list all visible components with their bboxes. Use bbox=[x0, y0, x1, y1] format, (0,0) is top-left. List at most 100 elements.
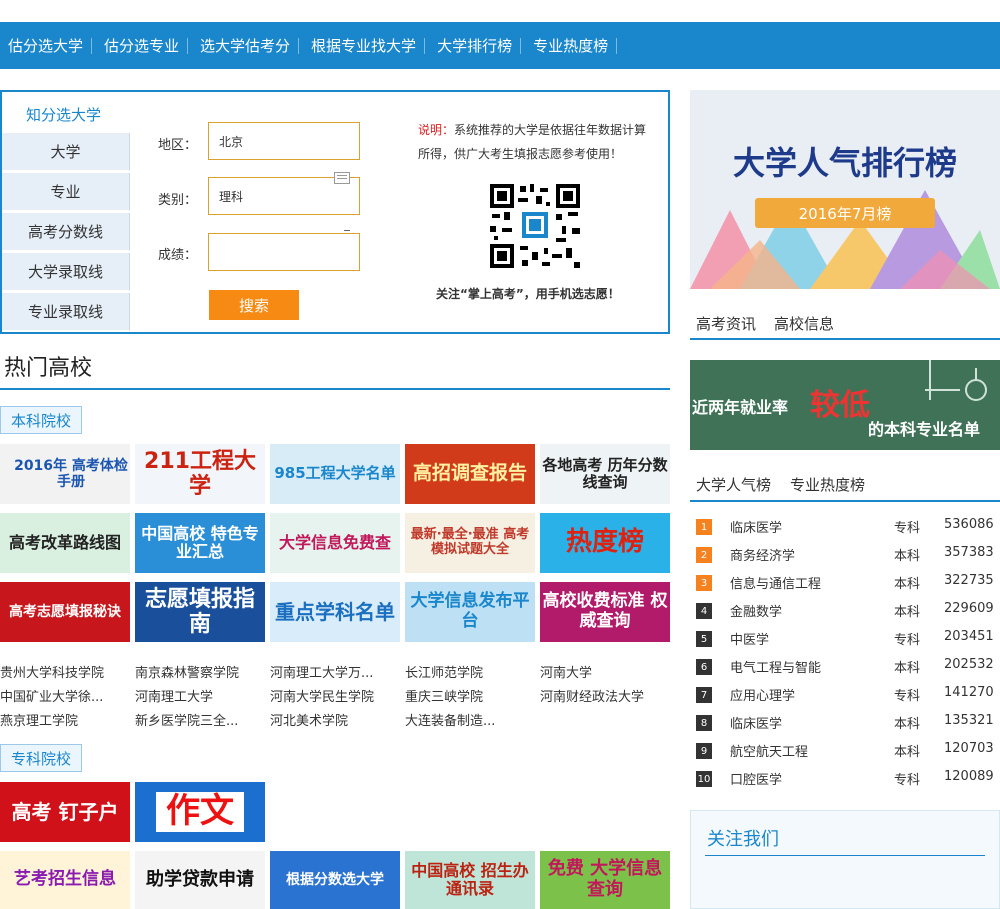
triangle-pattern-icon bbox=[690, 90, 1000, 289]
popularity-ranking-banner[interactable]: 大学人气排行榜 2016年7月榜 bbox=[690, 90, 1000, 289]
tab-major-popularity[interactable]: 专业热度榜 bbox=[790, 474, 865, 495]
banner-text: 2016年 高考体检手册 bbox=[14, 457, 128, 490]
banner-application-tips[interactable]: 高考志愿填报秘诀 bbox=[0, 582, 130, 642]
undergrad-tag[interactable]: 本科院校 bbox=[0, 406, 83, 434]
ranking-major-name[interactable]: 航空航天工程 bbox=[730, 741, 808, 760]
banner-score-to-university[interactable]: 根据分数选大学 bbox=[270, 851, 400, 909]
tab-university-info[interactable]: 高校信息 bbox=[774, 313, 834, 334]
banner-reform-map[interactable]: 高考改革路线图 bbox=[0, 513, 130, 573]
score-input[interactable] bbox=[208, 233, 360, 271]
school-link[interactable]: 河南大学 bbox=[540, 662, 592, 681]
nav-item-score-to-university[interactable]: 估分选大学 bbox=[4, 35, 100, 56]
rank-number-badge: 7 bbox=[696, 687, 712, 703]
ranking-major-name[interactable]: 信息与通信工程 bbox=[730, 573, 821, 592]
tab-major[interactable]: 专业 bbox=[2, 173, 130, 211]
ranking-row[interactable]: 3 信息与通信工程 本科 322735 bbox=[696, 572, 996, 596]
banner-art-admission[interactable]: 艺考招生信息 bbox=[0, 851, 130, 909]
tab-major-admission-line[interactable]: 专业录取线 bbox=[2, 293, 130, 331]
banner-application-guide[interactable]: 志愿填报指南 bbox=[135, 582, 265, 642]
school-link[interactable]: 河南理工大学 bbox=[135, 686, 213, 705]
banner-key-disciplines[interactable]: 重点学科名单 bbox=[270, 582, 400, 642]
ranking-row[interactable]: 7 应用心理学 专科 141270 bbox=[696, 684, 996, 708]
nav-separator bbox=[424, 37, 426, 54]
banner-text: 作文 bbox=[156, 792, 244, 832]
ranking-major-name[interactable]: 临床医学 bbox=[730, 517, 782, 536]
banner-essay[interactable]: 作文 bbox=[135, 782, 265, 842]
school-link[interactable]: 燕京理工学院 bbox=[0, 710, 78, 729]
school-link[interactable]: 贵州大学科技学院 bbox=[0, 662, 104, 681]
banner-info-platform[interactable]: 大学信息发布平台 bbox=[405, 582, 535, 642]
tab-score-line[interactable]: 高考分数线 bbox=[2, 213, 130, 251]
school-link[interactable]: 南京森林警察学院 bbox=[135, 662, 239, 681]
nav-separator bbox=[298, 37, 300, 54]
banner-repeat-students[interactable]: 高考 钉子户 bbox=[0, 782, 130, 842]
ranking-row[interactable]: 2 商务经济学 本科 357383 bbox=[696, 544, 996, 568]
ranking-major-name[interactable]: 临床医学 bbox=[730, 713, 782, 732]
employment-rate-banner[interactable]: 近两年就业率 较低 的本科专业名单 bbox=[690, 360, 1000, 450]
banner-admissions-directory[interactable]: 中国高校 招生办通讯录 bbox=[405, 851, 535, 909]
banner-mock-exams[interactable]: 最新·最全·最准 高考模拟试题大全 bbox=[405, 513, 535, 573]
ranking-level: 专科 bbox=[894, 773, 921, 788]
school-link[interactable]: 河南财经政法大学 bbox=[540, 686, 644, 705]
banner-featured-majors[interactable]: 中国高校 特色专业汇总 bbox=[135, 513, 265, 573]
banner-physical-exam[interactable]: 2016年 高考体检手册 bbox=[0, 444, 130, 504]
school-link[interactable]: 大连装备制造... bbox=[405, 710, 495, 729]
ranking-level: 本科 bbox=[894, 549, 921, 564]
note-prefix: 说明： bbox=[418, 123, 455, 137]
nav-item-score-to-major[interactable]: 估分选专业 bbox=[100, 35, 196, 56]
top-nav: 估分选大学 估分选专业 选大学估考分 根据专业找大学 大学排行榜 专业热度榜 bbox=[0, 22, 1000, 69]
ranking-major-name[interactable]: 中医学 bbox=[730, 629, 769, 648]
school-link[interactable]: 中国矿业大学徐... bbox=[0, 686, 103, 705]
ranking-row[interactable]: 1 临床医学 专科 536086 bbox=[696, 516, 996, 540]
region-select[interactable]: 北京 bbox=[208, 122, 360, 160]
region-label: 地区： bbox=[158, 138, 198, 153]
banner-fee-standards[interactable]: 高校收费标准 权威查询 bbox=[540, 582, 670, 642]
ranking-count: 120089 bbox=[944, 769, 994, 784]
ranking-row[interactable]: 9 航空航天工程 本科 120703 bbox=[696, 740, 996, 764]
banner-free-query[interactable]: 大学信息免费查 bbox=[270, 513, 400, 573]
ranking-major-name[interactable]: 金融数学 bbox=[730, 601, 782, 620]
banner-survey-report[interactable]: 高招调查报告 bbox=[405, 444, 535, 504]
nav-separator bbox=[616, 37, 618, 54]
ranking-level: 专科 bbox=[894, 689, 921, 704]
ranking-level: 本科 bbox=[894, 745, 921, 760]
right-divider bbox=[690, 500, 1000, 502]
banner-hot-list[interactable]: 热度榜 bbox=[540, 513, 670, 573]
school-link[interactable]: 河北美术学院 bbox=[270, 710, 348, 729]
school-link[interactable]: 新乡医学院三全... bbox=[135, 710, 238, 729]
search-button[interactable]: 搜索 bbox=[209, 290, 299, 320]
banner-985[interactable]: 985工程大学名单 bbox=[270, 444, 400, 504]
tab-university-popularity[interactable]: 大学人气榜 bbox=[696, 474, 771, 495]
tab-university[interactable]: 大学 bbox=[2, 133, 130, 171]
ranking-major-name[interactable]: 应用心理学 bbox=[730, 685, 795, 704]
school-link[interactable]: 河南理工大学万... bbox=[270, 662, 373, 681]
school-link[interactable]: 河南大学民生学院 bbox=[270, 686, 374, 705]
ranking-row[interactable]: 8 临床医学 本科 135321 bbox=[696, 712, 996, 736]
tab-exam-news[interactable]: 高考资讯 bbox=[696, 313, 756, 334]
ranking-major-name[interactable]: 商务经济学 bbox=[730, 545, 795, 564]
banner-student-loan[interactable]: 助学贷款申请 bbox=[135, 851, 265, 909]
ranking-row[interactable]: 5 中医学 专科 203451 bbox=[696, 628, 996, 652]
follow-us-box: 关注我们 bbox=[690, 810, 1000, 909]
nav-item-major-to-university[interactable]: 根据专业找大学 bbox=[307, 35, 433, 56]
school-link[interactable]: 重庆三峡学院 bbox=[405, 686, 483, 705]
banner-history-scores[interactable]: 各地高考 历年分数线查询 bbox=[540, 444, 670, 504]
nav-item-university-to-score[interactable]: 选大学估考分 bbox=[196, 35, 307, 56]
ranking-major-name[interactable]: 口腔医学 bbox=[730, 769, 782, 788]
promo-title: 大学人气排行榜 bbox=[732, 144, 957, 182]
ranking-row[interactable]: 4 金融数学 本科 229609 bbox=[696, 600, 996, 624]
nav-item-major-hot[interactable]: 专业热度榜 bbox=[529, 35, 625, 56]
ranking-count: 202532 bbox=[944, 657, 994, 672]
calendar-icon bbox=[334, 172, 350, 184]
ranking-row[interactable]: 6 电气工程与智能 本科 202532 bbox=[696, 656, 996, 680]
school-link[interactable]: 长江师范学院 bbox=[405, 662, 483, 681]
nav-separator bbox=[91, 37, 93, 54]
junior-college-tag[interactable]: 专科院校 bbox=[0, 744, 83, 772]
banner-free-university-info[interactable]: 免费 大学信息查询 bbox=[540, 851, 670, 909]
rank-number-badge: 9 bbox=[696, 743, 712, 759]
ranking-row[interactable]: 10 口腔医学 专科 120089 bbox=[696, 768, 996, 792]
banner-211[interactable]: 211工程大学 bbox=[135, 444, 265, 504]
ranking-major-name[interactable]: 电气工程与智能 bbox=[730, 657, 821, 676]
nav-item-university-ranking[interactable]: 大学排行榜 bbox=[433, 35, 529, 56]
tab-university-admission-line[interactable]: 大学录取线 bbox=[2, 253, 130, 291]
